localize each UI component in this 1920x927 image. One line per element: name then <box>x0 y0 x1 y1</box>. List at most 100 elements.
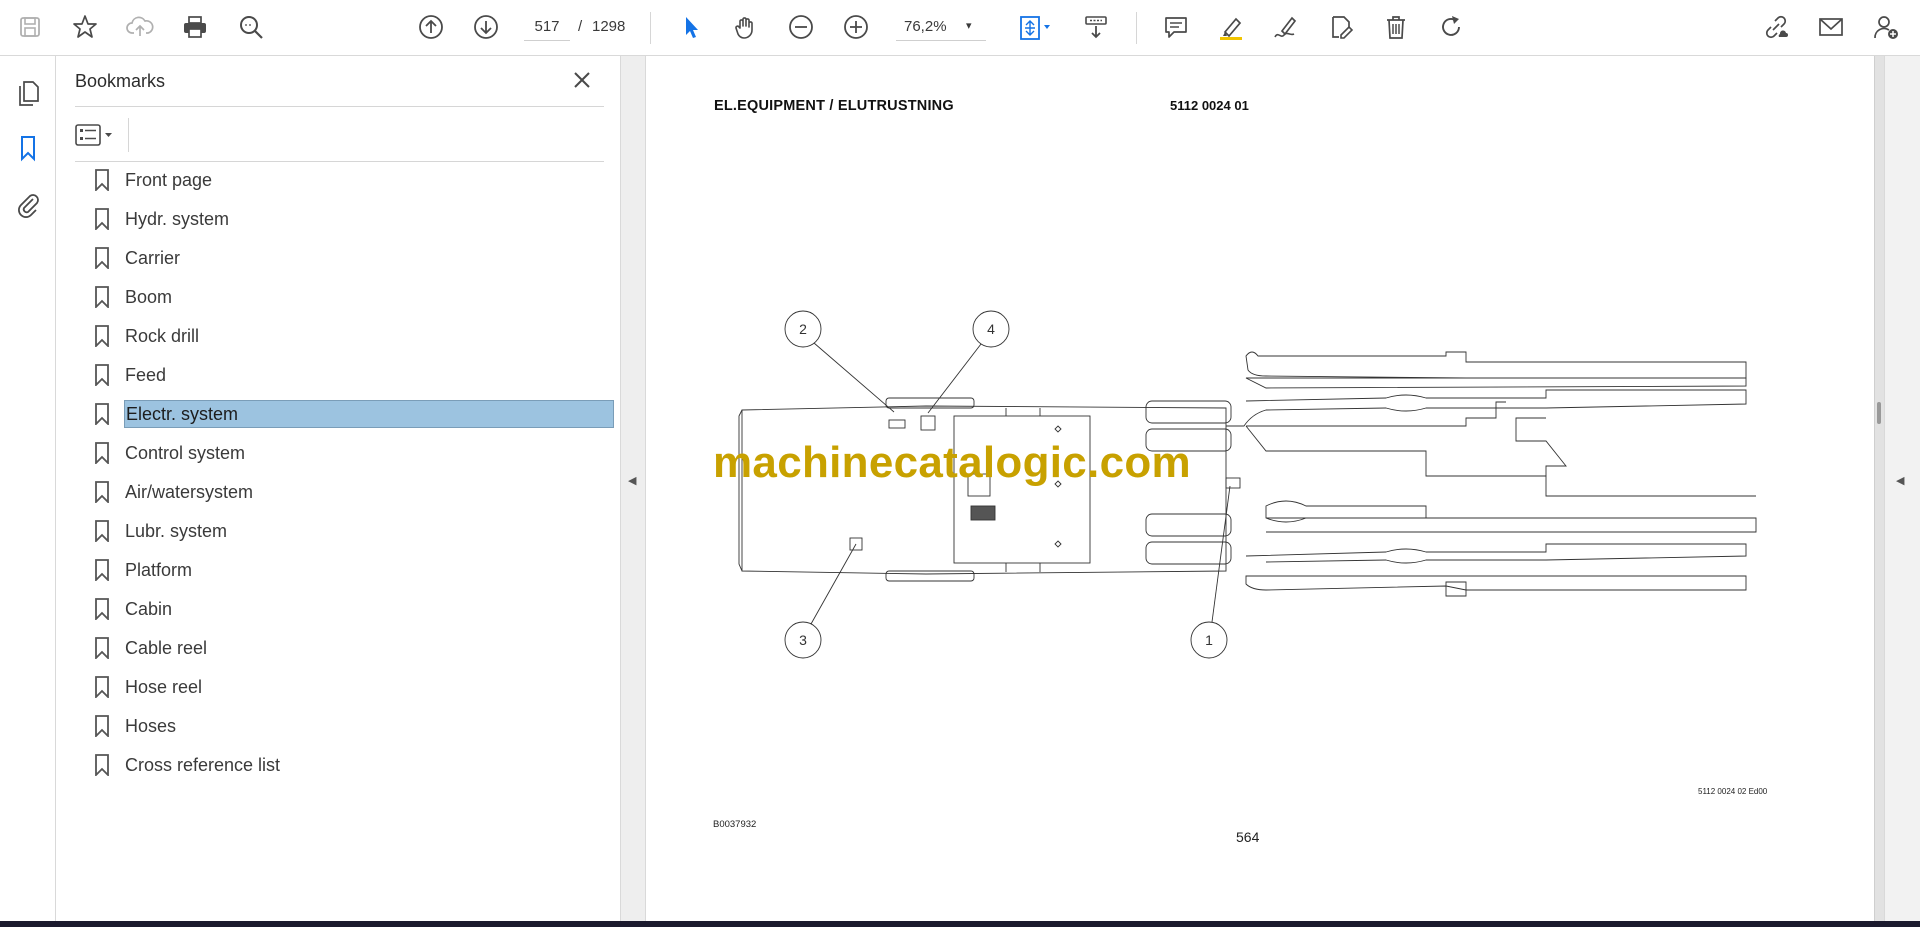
bookmark-item[interactable]: Hose reel <box>56 669 620 705</box>
bookmark-icon <box>94 403 110 427</box>
bookmark-icon <box>94 520 110 544</box>
search-icon[interactable] <box>233 9 269 45</box>
bookmark-item[interactable]: Lubr. system <box>56 513 620 549</box>
save-icon[interactable] <box>12 9 48 45</box>
bookmark-label: Platform <box>125 560 193 580</box>
add-user-icon[interactable] <box>1868 9 1904 45</box>
zoom-in-icon[interactable] <box>838 9 874 45</box>
bookmark-item[interactable]: Control system <box>56 435 620 471</box>
chevron-down-icon: ▾ <box>966 20 972 32</box>
bookmark-label: Cabin <box>125 599 173 619</box>
bookmark-item[interactable]: Platform <box>56 552 620 588</box>
main-toolbar: / 1298 76,2% ▾ <box>0 0 1920 56</box>
bookmark-icon <box>94 247 110 271</box>
bookmarks-panel: Bookmarks Front page Hydr. system Carrie… <box>56 56 620 921</box>
bookmark-icon <box>94 364 110 388</box>
bookmark-item[interactable]: Cross reference list <box>56 747 620 783</box>
bookmark-label: Lubr. system <box>125 521 228 541</box>
panel-title: Bookmarks <box>75 71 166 91</box>
drawing-reference: 5112 0024 02 Ed00 <box>1698 787 1768 796</box>
bookmark-icon <box>94 442 110 466</box>
bookmark-label: Electr. system <box>124 400 614 428</box>
bookmark-label: Air/watersystem <box>125 482 254 502</box>
bookmark-item-selected[interactable]: Electr. system <box>56 396 620 432</box>
collapse-panel-icon[interactable]: ◀ <box>628 474 636 487</box>
fit-page-icon[interactable] <box>1013 9 1059 45</box>
document-page[interactable]: EL.EQUIPMENT / ELUTRUSTNING 5112 0024 01 <box>646 56 1874 921</box>
next-page-icon[interactable] <box>468 9 504 45</box>
bookmark-label: Carrier <box>125 248 181 268</box>
bookmark-panel-icon[interactable] <box>10 130 46 166</box>
bookmark-icon <box>94 481 110 505</box>
bookmark-icon <box>94 598 110 622</box>
select-cursor-icon[interactable] <box>673 9 709 45</box>
callout-label-3: 3 <box>799 632 807 648</box>
bookmark-label: Hoses <box>125 716 177 736</box>
bookmark-item[interactable]: Air/watersystem <box>56 474 620 510</box>
star-icon[interactable] <box>67 9 103 45</box>
edit-pdf-icon[interactable] <box>1323 9 1359 45</box>
taskbar-strip <box>0 921 1920 927</box>
bookmark-item[interactable]: Carrier <box>56 240 620 276</box>
page-number-label: 564 <box>1236 829 1260 845</box>
print-icon[interactable] <box>177 9 213 45</box>
page-thumbnails-icon[interactable] <box>10 75 46 111</box>
callout-label-4: 4 <box>987 321 995 337</box>
navigation-rail <box>0 56 56 921</box>
image-reference: B0037932 <box>713 819 757 830</box>
bookmark-item[interactable]: Cabin <box>56 591 620 627</box>
bookmark-item[interactable]: Front page <box>56 162 620 198</box>
share-link-icon[interactable] <box>1758 9 1794 45</box>
previous-page-icon[interactable] <box>413 9 449 45</box>
panel-splitter[interactable]: ◀ <box>620 56 646 921</box>
bookmark-item[interactable]: Boom <box>56 279 620 315</box>
bookmark-icon <box>94 169 110 193</box>
bookmark-item[interactable]: Rock drill <box>56 318 620 354</box>
equipment-drawing: 2 4 3 1 <box>738 310 1757 659</box>
bookmark-label: Boom <box>125 287 173 307</box>
scrollbar-thumb[interactable] <box>1877 402 1881 424</box>
cloud-upload-icon[interactable] <box>122 9 158 45</box>
rotate-icon[interactable] <box>1433 9 1469 45</box>
callout-label-2: 2 <box>799 321 807 337</box>
page-number-input[interactable] <box>524 13 570 41</box>
bookmark-icon <box>94 286 110 310</box>
comment-icon[interactable] <box>1158 9 1194 45</box>
right-pane-toggle[interactable]: ◀ <box>1884 56 1920 921</box>
expand-right-pane-icon[interactable]: ◀ <box>1896 474 1904 487</box>
zoom-value: 76,2% <box>904 18 947 35</box>
bookmark-label: Cable reel <box>125 638 208 658</box>
bookmark-label: Hydr. system <box>125 209 230 229</box>
email-icon[interactable] <box>1813 9 1849 45</box>
vertical-scrollbar[interactable] <box>1874 56 1884 921</box>
bookmark-label: Cross reference list <box>125 755 281 775</box>
bookmark-icon <box>94 208 110 232</box>
bookmark-icon <box>94 325 110 349</box>
hand-tool-icon[interactable] <box>728 9 764 45</box>
bookmark-item[interactable]: Feed <box>56 357 620 393</box>
bookmark-icon <box>94 559 110 583</box>
zoom-out-icon[interactable] <box>783 9 819 45</box>
draw-pen-icon[interactable] <box>1268 9 1304 45</box>
bookmark-options-button[interactable] <box>75 120 121 150</box>
bookmark-icon <box>94 754 110 778</box>
bookmark-icon <box>94 637 110 661</box>
page-separator: / <box>578 18 583 35</box>
close-icon[interactable] <box>570 68 594 92</box>
bookmark-icon <box>94 715 110 739</box>
attachments-icon[interactable] <box>10 186 46 222</box>
watermark-text: machinecatalogic.com <box>713 438 1191 487</box>
zoom-level-dropdown[interactable]: 76,2% ▾ <box>896 13 986 41</box>
bookmark-label: Feed <box>125 365 167 385</box>
delete-icon[interactable] <box>1378 9 1414 45</box>
highlight-icon[interactable] <box>1213 9 1249 45</box>
bookmark-item[interactable]: Hoses <box>56 708 620 744</box>
bookmark-label: Front page <box>125 170 213 190</box>
callout-label-1: 1 <box>1205 632 1213 648</box>
scroll-mode-icon[interactable] <box>1078 9 1114 45</box>
bookmark-item[interactable]: Cable reel <box>56 630 620 666</box>
bookmark-label: Hose reel <box>125 677 203 697</box>
bookmark-label: Rock drill <box>125 326 200 346</box>
bookmark-label: Control system <box>125 443 246 463</box>
bookmark-item[interactable]: Hydr. system <box>56 201 620 237</box>
